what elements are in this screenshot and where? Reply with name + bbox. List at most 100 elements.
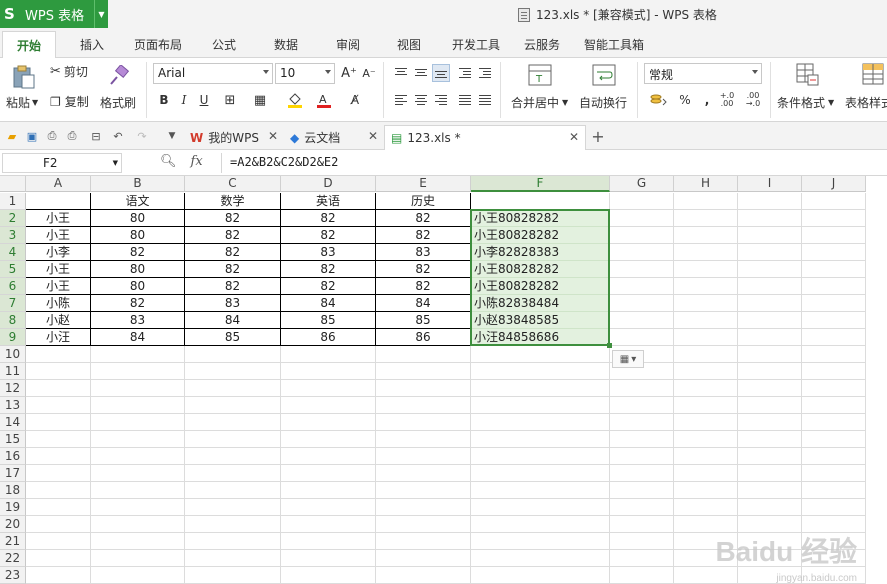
cell-f7[interactable]: 小陈82838484 [471,295,610,312]
column-header-d[interactable]: D [281,176,376,192]
cell-h3[interactable] [674,227,738,244]
table-style-button[interactable] [862,62,886,88]
cell-d22[interactable] [281,550,376,567]
cell-f10[interactable] [471,346,610,363]
cell-f14[interactable] [471,414,610,431]
cell-h13[interactable] [674,397,738,414]
auto-fill-options-button[interactable]: ▦ ▾ [612,350,644,368]
align-left-icon[interactable] [392,91,410,109]
cell-c4[interactable]: 82 [185,244,281,261]
cell-e23[interactable] [376,567,471,584]
row-header-15[interactable]: 15 [0,431,26,448]
cell-g6[interactable] [610,278,674,295]
cell-a18[interactable] [26,482,91,499]
cell-b1[interactable]: 语文 [91,193,185,210]
cell-a19[interactable] [26,499,91,516]
cell-c12[interactable] [185,380,281,397]
table-style-label[interactable]: 表格样式 [845,94,887,111]
increase-decimal-icon[interactable]: +.0.00 [718,91,736,109]
chevron-down-icon[interactable]: ▼ [113,159,118,167]
row-header-9[interactable]: 9 [0,329,26,346]
cell-g22[interactable] [610,550,674,567]
cell-h16[interactable] [674,448,738,465]
cell-e10[interactable] [376,346,471,363]
row-header-16[interactable]: 16 [0,448,26,465]
cell-a17[interactable] [26,465,91,482]
cell-f4[interactable]: 小李82828383 [471,244,610,261]
cell-d16[interactable] [281,448,376,465]
cell-g2[interactable] [610,210,674,227]
cell-b20[interactable] [91,516,185,533]
cell-d7[interactable]: 84 [281,295,376,312]
decrease-indent-icon[interactable] [456,64,474,82]
cell-d17[interactable] [281,465,376,482]
cell-j2[interactable] [802,210,866,227]
cell-a20[interactable] [26,516,91,533]
cell-i15[interactable] [738,431,802,448]
undo-icon[interactable]: ↶ [110,128,126,144]
cut-button[interactable]: ✂ 剪切 [50,63,88,80]
cell-j1[interactable] [802,193,866,210]
tab-formulas[interactable]: 公式 [212,36,236,53]
cell-a12[interactable] [26,380,91,397]
cell-d8[interactable]: 85 [281,312,376,329]
cell-f20[interactable] [471,516,610,533]
decrease-font-size-icon[interactable]: A⁻ [360,64,378,82]
cell-c14[interactable] [185,414,281,431]
cell-a10[interactable] [26,346,91,363]
cell-g12[interactable] [610,380,674,397]
conditional-format-button[interactable] [795,62,821,88]
cell-i12[interactable] [738,380,802,397]
new-tab-plus-icon[interactable]: + [590,127,606,146]
cell-d10[interactable] [281,346,376,363]
cell-h19[interactable] [674,499,738,516]
cell-c19[interactable] [185,499,281,516]
cell-c13[interactable] [185,397,281,414]
cell-c18[interactable] [185,482,281,499]
cell-e18[interactable] [376,482,471,499]
cell-h17[interactable] [674,465,738,482]
row-header-12[interactable]: 12 [0,380,26,397]
align-bottom-icon[interactable] [432,64,450,82]
cell-i4[interactable] [738,244,802,261]
cell-j9[interactable] [802,329,866,346]
quick-access-dropdown-icon[interactable]: ▼ [164,128,180,144]
cell-a6[interactable]: 小王 [26,278,91,295]
cell-g4[interactable] [610,244,674,261]
cell-e8[interactable]: 85 [376,312,471,329]
cell-h2[interactable] [674,210,738,227]
close-icon[interactable]: ✕ [368,129,378,143]
decrease-decimal-icon[interactable]: .00 →.0 [744,91,762,109]
cell-h9[interactable] [674,329,738,346]
row-header-10[interactable]: 10 [0,346,26,363]
cell-c17[interactable] [185,465,281,482]
row-header-17[interactable]: 17 [0,465,26,482]
cell-c5[interactable]: 82 [185,261,281,278]
cell-j8[interactable] [802,312,866,329]
cell-i18[interactable] [738,482,802,499]
cell-g18[interactable] [610,482,674,499]
cell-c8[interactable]: 84 [185,312,281,329]
cell-c3[interactable]: 82 [185,227,281,244]
cell-f19[interactable] [471,499,610,516]
cell-d12[interactable] [281,380,376,397]
cell-i1[interactable] [738,193,802,210]
align-top-icon[interactable] [392,64,410,82]
cell-j3[interactable] [802,227,866,244]
row-header-18[interactable]: 18 [0,482,26,499]
cell-g8[interactable] [610,312,674,329]
cell-h12[interactable] [674,380,738,397]
cell-j10[interactable] [802,346,866,363]
tab-data[interactable]: 数据 [274,36,298,53]
cell-c15[interactable] [185,431,281,448]
close-icon[interactable]: ✕ [569,130,579,144]
tab-cloud-docs[interactable]: ◆ 云文档 ✕ [284,125,384,150]
cell-e2[interactable]: 82 [376,210,471,227]
cell-g15[interactable] [610,431,674,448]
cell-b2[interactable]: 80 [91,210,185,227]
cell-d14[interactable] [281,414,376,431]
row-header-8[interactable]: 8 [0,312,26,329]
cell-g16[interactable] [610,448,674,465]
cell-h1[interactable] [674,193,738,210]
align-center-icon[interactable] [412,91,430,109]
